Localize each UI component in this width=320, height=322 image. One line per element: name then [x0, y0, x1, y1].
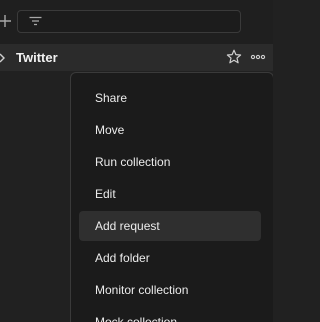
menu-item-edit[interactable]: Edit: [79, 179, 261, 209]
filter-input[interactable]: [50, 11, 235, 32]
star-icon[interactable]: [226, 49, 242, 65]
filter-field[interactable]: [17, 10, 241, 33]
menu-item-run-collection[interactable]: Run collection: [79, 147, 261, 177]
menu-item-mock-collection[interactable]: Mock collection: [79, 307, 261, 322]
more-horizontal-icon[interactable]: [250, 51, 266, 63]
menu-item-add-request[interactable]: Add request: [79, 211, 261, 241]
menu-item-monitor-collection[interactable]: Monitor collection: [79, 275, 261, 305]
menu-item-move[interactable]: Move: [79, 115, 261, 145]
collection-context-menu: Share Move Run collection Edit Add reque…: [70, 72, 273, 322]
menu-item-share[interactable]: Share: [79, 83, 261, 113]
sidebar-toolbar: [0, 0, 273, 44]
collection-name: Twitter: [16, 50, 58, 65]
plus-icon[interactable]: [0, 10, 12, 34]
filter-icon[interactable]: [29, 16, 42, 28]
app-root: Twitter Share Move Run collection Edit A…: [0, 0, 273, 322]
menu-item-add-folder[interactable]: Add folder: [79, 243, 261, 273]
chevron-right-icon[interactable]: [0, 53, 6, 63]
